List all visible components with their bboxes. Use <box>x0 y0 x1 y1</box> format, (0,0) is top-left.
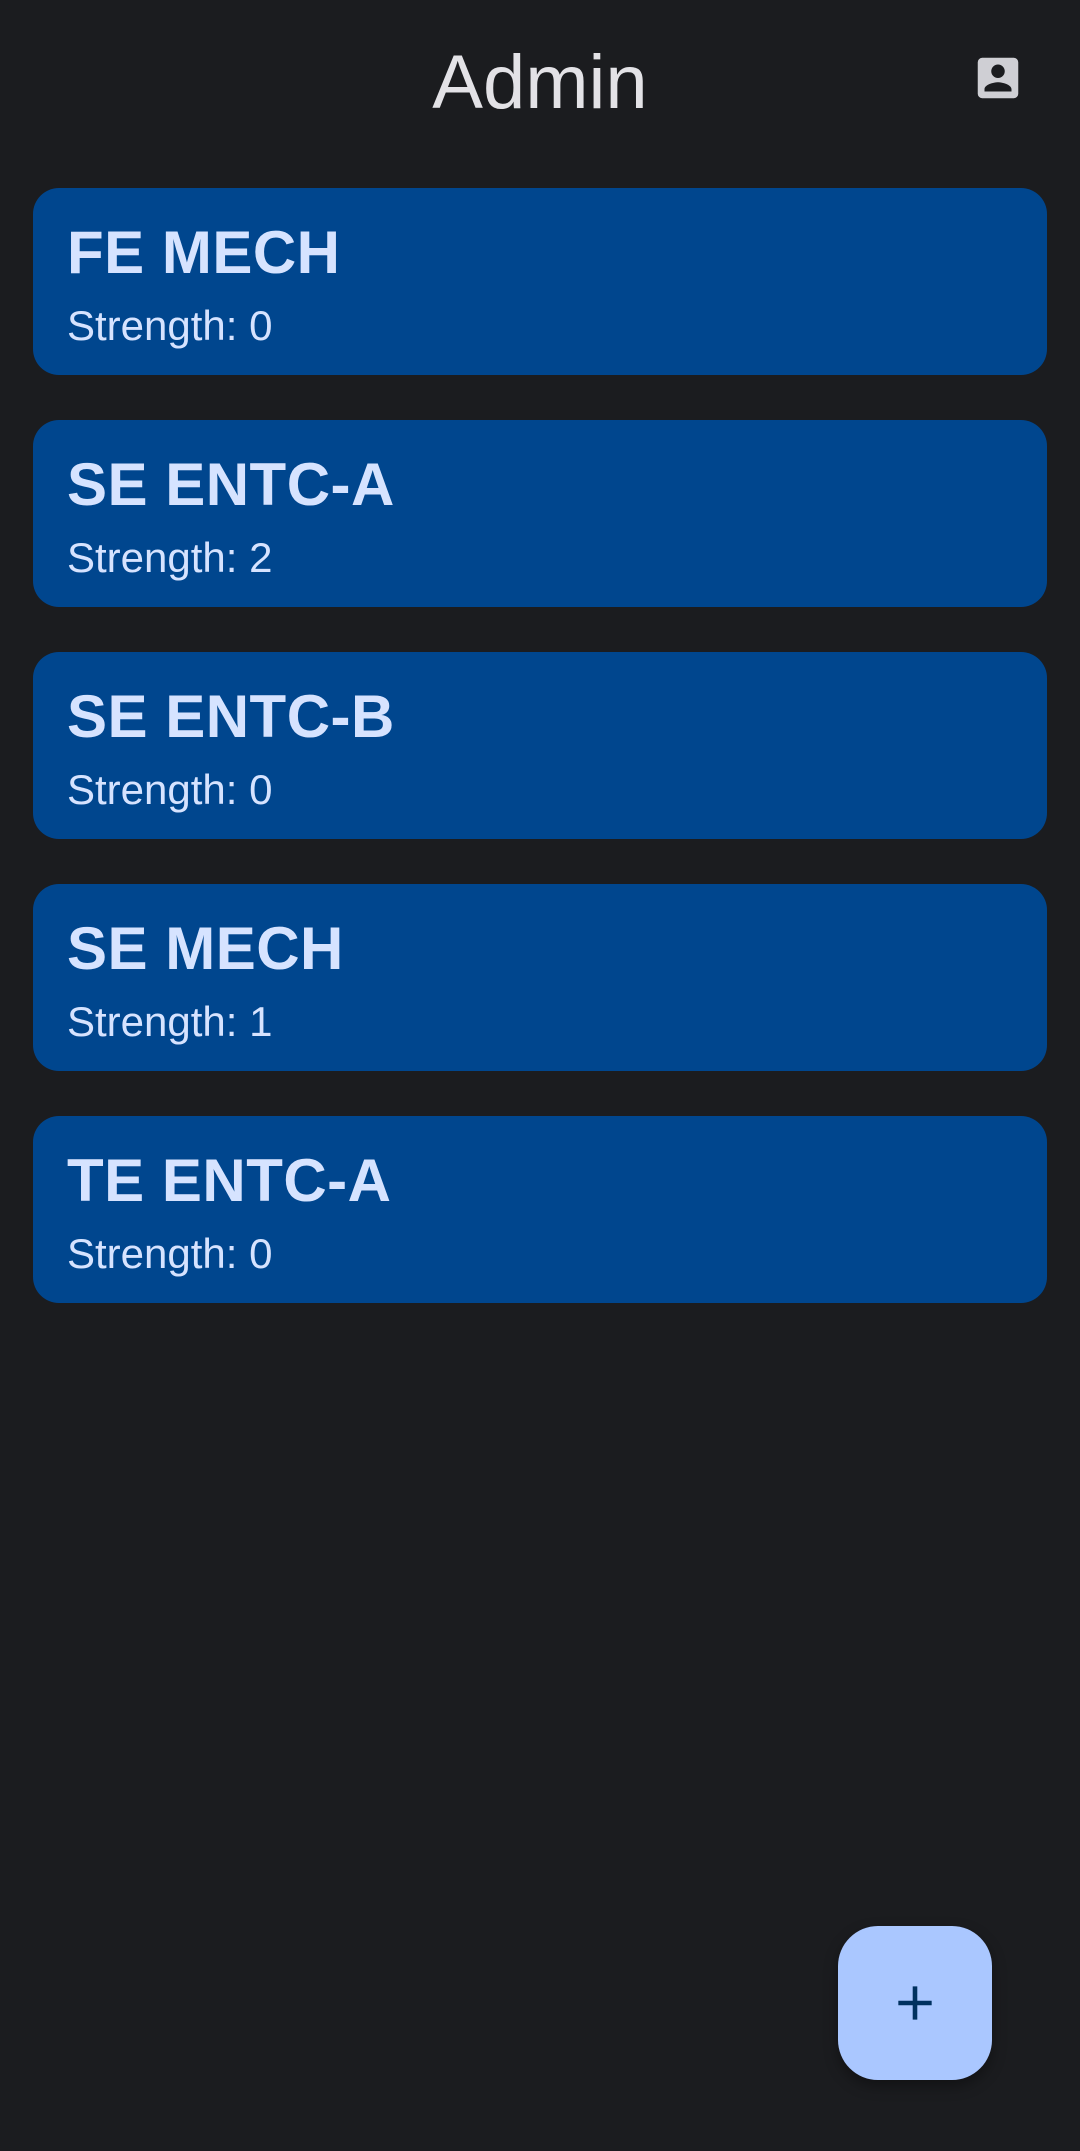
class-card[interactable]: SE MECH Strength: 1 <box>33 884 1047 1071</box>
class-list: FE MECH Strength: 0 SE ENTC-A Strength: … <box>33 188 1047 1348</box>
class-card[interactable]: SE ENTC-B Strength: 0 <box>33 652 1047 839</box>
add-icon <box>898 1986 932 2020</box>
account-button[interactable] <box>968 48 1028 108</box>
class-strength: Strength: 0 <box>67 302 273 349</box>
class-name: TE ENTC-A <box>67 1147 392 1214</box>
class-name: FE MECH <box>67 219 341 286</box>
class-card[interactable]: FE MECH Strength: 0 <box>33 188 1047 375</box>
class-card[interactable]: SE ENTC-A Strength: 2 <box>33 420 1047 607</box>
add-class-button[interactable] <box>838 1926 992 2080</box>
top-app-bar: Admin <box>0 0 1080 160</box>
class-name: SE ENTC-A <box>67 451 395 518</box>
class-strength: Strength: 1 <box>67 998 273 1045</box>
class-card[interactable]: TE ENTC-A Strength: 0 <box>33 1116 1047 1303</box>
page-title: Admin <box>432 40 648 125</box>
class-strength: Strength: 2 <box>67 534 273 581</box>
class-strength: Strength: 0 <box>67 1230 273 1277</box>
class-strength: Strength: 0 <box>67 766 273 813</box>
class-name: SE MECH <box>67 915 344 982</box>
class-name: SE ENTC-B <box>67 683 395 750</box>
account-box-icon <box>977 57 1019 99</box>
